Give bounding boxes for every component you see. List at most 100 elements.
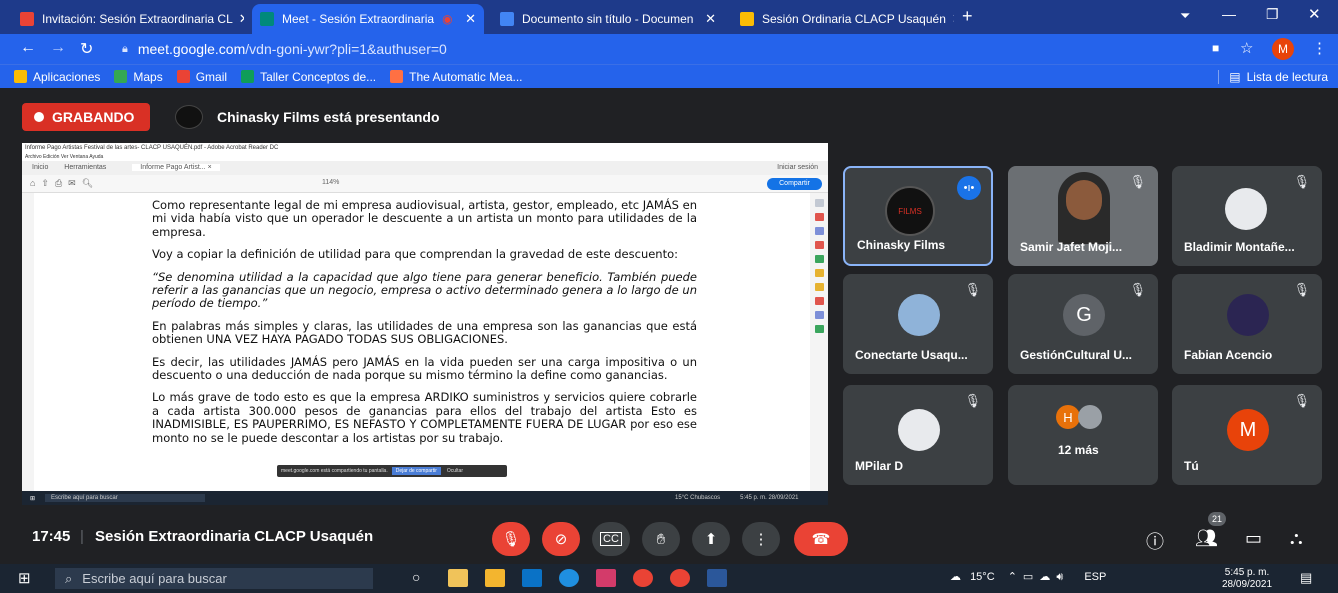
avatar bbox=[1078, 405, 1102, 429]
bookmark-taller[interactable]: Taller Conceptos de... bbox=[241, 70, 376, 84]
mic-off-icon: 🎙︎ bbox=[1129, 174, 1146, 189]
participant-tile-conectarte[interactable]: 🎙︎ Conectarte Usaqu... bbox=[843, 274, 993, 374]
info-icon[interactable]: ⓘ bbox=[1146, 528, 1164, 554]
activities-icon[interactable]: ⛬ bbox=[1290, 528, 1303, 549]
reload-icon[interactable]: ↻ bbox=[80, 39, 93, 59]
forward-icon[interactable]: → bbox=[50, 39, 66, 57]
tool-icon bbox=[814, 255, 824, 263]
windows-start-icon: ⊞ bbox=[30, 495, 36, 502]
mic-off-icon: 🎙︎ bbox=[1129, 282, 1146, 297]
meet-controls: 17:45 | Sesión Extraordinaria CLACP Usaq… bbox=[0, 508, 1338, 564]
recording-dot-icon: ◉ bbox=[442, 12, 453, 26]
participant-tile-bladimir[interactable]: 🎙︎ Bladimir Montañe... bbox=[1172, 166, 1322, 266]
raise-hand-button[interactable]: ✋︎ bbox=[642, 522, 680, 556]
tool-icon bbox=[814, 283, 824, 291]
people-icon[interactable]: 👥︎ bbox=[1195, 528, 1218, 549]
word-icon[interactable] bbox=[707, 569, 727, 587]
participant-tile-mpilar[interactable]: 🎙︎ MPilar D bbox=[843, 385, 993, 485]
present-button[interactable]: ⬆ bbox=[692, 522, 730, 556]
pdf-page: Como representante legal de mi empresa a… bbox=[34, 193, 806, 491]
participant-tile-samir[interactable]: 🎙︎ Samir Jafet Moji... bbox=[1008, 166, 1158, 266]
windows-start-icon[interactable]: ⊞ bbox=[18, 569, 31, 587]
acrobat-share-button: Compartir bbox=[767, 178, 822, 190]
new-tab-button[interactable]: + bbox=[962, 6, 973, 27]
close-icon[interactable]: ✕ bbox=[459, 11, 476, 27]
tool-icon bbox=[814, 199, 824, 207]
mic-off-icon: 🎙︎ bbox=[1293, 393, 1310, 408]
docs-icon bbox=[500, 12, 514, 26]
system-tray: ☁︎ 15°C ⌃▭☁🔊︎ ESP bbox=[950, 571, 1107, 583]
chrome-icon[interactable] bbox=[670, 569, 690, 587]
chat-icon[interactable]: ▭ bbox=[1245, 528, 1262, 549]
tab-gmail-invitation[interactable]: Invitación: Sesión Extraordinaria CL ✕ bbox=[12, 4, 244, 34]
close-icon[interactable]: ✕ bbox=[946, 11, 954, 27]
camera-toggle-button[interactable]: ⊘ bbox=[542, 522, 580, 556]
participant-tile-more[interactable]: H 12 más bbox=[1008, 385, 1158, 485]
hand-icon: ✋︎ bbox=[656, 530, 666, 548]
acrobat-title: Informe Pago Artistas Festival de las ar… bbox=[22, 143, 828, 153]
notification-icon[interactable]: ▤ bbox=[1300, 570, 1312, 586]
separator: | bbox=[80, 528, 84, 545]
tab-drive[interactable]: Sesión Ordinaria CLACP Usaquén ✕ bbox=[732, 4, 954, 34]
mic-toggle-button[interactable]: 🎙︎ bbox=[492, 522, 530, 556]
participant-tile-self[interactable]: M 🎙︎ Tú bbox=[1172, 385, 1322, 485]
shared-weather: 15°C Chubascos bbox=[675, 495, 721, 501]
tool-icon bbox=[814, 213, 824, 221]
leave-call-button[interactable]: ☎︎ bbox=[794, 522, 848, 556]
meet-icon bbox=[260, 12, 274, 26]
close-icon[interactable]: ✕ bbox=[699, 11, 716, 27]
edge-icon[interactable] bbox=[559, 569, 579, 587]
acrobat-toolbar: ⌂⇧⎙✉🔍︎ 114% Compartir bbox=[22, 175, 828, 193]
camera-indicator-icon[interactable]: ■ bbox=[1212, 41, 1219, 55]
acrobat-tab-home: Inicio bbox=[32, 164, 49, 171]
bookmark-automatic[interactable]: The Automatic Mea... bbox=[390, 70, 523, 84]
tool-icon bbox=[814, 297, 824, 305]
screen-share-notice: meet.google.com está compartiendo tu pan… bbox=[277, 465, 507, 477]
tab-meet[interactable]: Meet - Sesión Extraordinaria ◉ ✕ bbox=[252, 4, 484, 34]
minimize-icon[interactable]: — bbox=[1222, 6, 1236, 22]
bookmark-apps[interactable]: Aplicaciones bbox=[14, 70, 100, 84]
profile-avatar[interactable]: M bbox=[1272, 38, 1294, 60]
bookmark-maps[interactable]: Maps bbox=[114, 70, 163, 84]
maximize-icon[interactable]: ❐ bbox=[1266, 6, 1279, 23]
back-icon[interactable]: ← bbox=[20, 39, 36, 57]
reading-list[interactable]: ▤ Lista de lectura bbox=[1218, 69, 1328, 84]
taskbar-search[interactable]: ⌕ Escribe aquí para buscar bbox=[55, 568, 373, 589]
app-icon[interactable] bbox=[596, 569, 616, 587]
acrobat-tab-tools: Herramientas bbox=[64, 164, 107, 171]
presenter-avatar bbox=[175, 105, 203, 129]
acrobat-right-tools bbox=[810, 193, 828, 491]
captions-button[interactable]: CC bbox=[592, 522, 630, 556]
tool-icon bbox=[814, 241, 824, 249]
reading-list-icon: ▤ bbox=[1229, 69, 1241, 84]
store-icon[interactable] bbox=[448, 569, 468, 587]
participant-tile-chinasky[interactable]: FILMS •ı• Chinasky Films bbox=[843, 166, 993, 266]
url-bar[interactable]: 🔒︎ meet.google.com/vdn-goni-ywr?pli=1&au… bbox=[108, 38, 1168, 60]
bookmark-star-icon[interactable]: ☆ bbox=[1240, 39, 1253, 57]
speaking-indicator-icon: •ı• bbox=[957, 176, 981, 200]
participant-tile-fabian[interactable]: 🎙︎ Fabian Acencio bbox=[1172, 274, 1322, 374]
participants-count-badge: 21 bbox=[1208, 512, 1226, 526]
taskbar-clock[interactable]: 5:45 p. m. 28/09/2021 bbox=[1222, 567, 1272, 591]
mail-icon[interactable] bbox=[522, 569, 542, 587]
more-options-button[interactable]: ⋮ bbox=[742, 522, 780, 556]
tab-docs[interactable]: Documento sin título - Documen ✕ bbox=[492, 4, 724, 34]
file-explorer-icon[interactable] bbox=[485, 569, 505, 587]
close-icon[interactable]: ✕ bbox=[233, 11, 244, 27]
pdf-paragraph: Lo más grave de todo esto es que la empr… bbox=[152, 390, 697, 445]
hide-button: Ocultar bbox=[446, 468, 463, 474]
stop-sharing-button: Dejar de compartir bbox=[391, 467, 441, 475]
participant-tile-gestion[interactable]: G 🎙︎ GestiónCultural U... bbox=[1008, 274, 1158, 374]
browser-menu-icon[interactable]: ⋮ bbox=[1312, 39, 1327, 57]
task-view-icon[interactable]: ○ bbox=[412, 569, 420, 585]
tab-search-icon[interactable]: ⏷ bbox=[1180, 8, 1190, 24]
window-close-icon[interactable]: ✕ bbox=[1308, 5, 1321, 23]
captions-icon: CC bbox=[600, 532, 622, 546]
present-icon: ⬆ bbox=[704, 531, 718, 548]
recording-badge[interactable]: GRABANDO bbox=[22, 103, 150, 131]
chrome-icon[interactable] bbox=[633, 569, 653, 587]
bookmark-gmail[interactable]: Gmail bbox=[176, 70, 227, 84]
shared-taskbar: ⊞ Escribe aquí para buscar 15°C Chubasco… bbox=[22, 491, 828, 505]
mic-off-icon: 🎙︎ bbox=[964, 282, 981, 297]
acrobat-sign-in: Iniciar sesión bbox=[777, 164, 818, 171]
